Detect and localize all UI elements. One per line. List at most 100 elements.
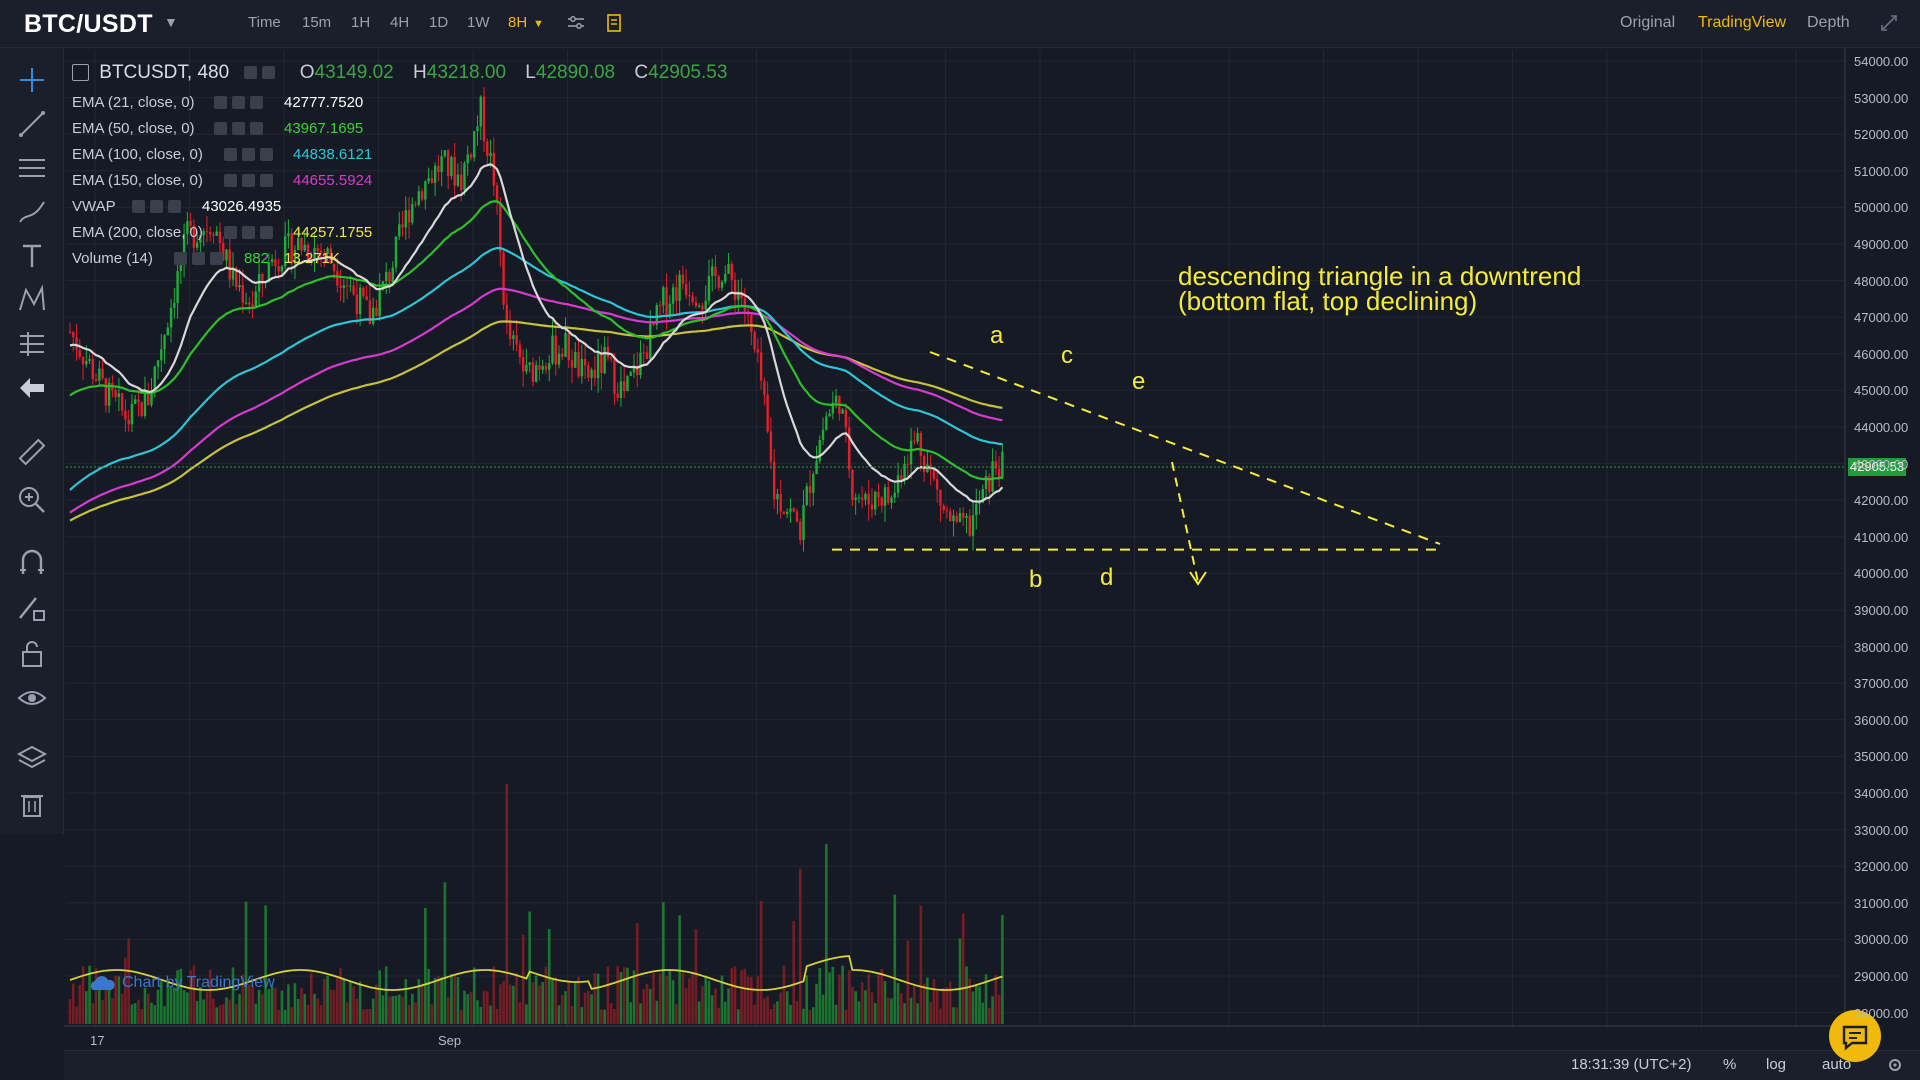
eye-icon[interactable] xyxy=(224,226,237,239)
volume-bar xyxy=(453,973,456,1024)
candle-body xyxy=(662,287,665,306)
candle-body xyxy=(385,272,388,282)
eye-icon[interactable] xyxy=(214,96,227,109)
volume-bar xyxy=(763,998,766,1024)
price-tick-label: 33000.00 xyxy=(1854,822,1909,838)
gear-icon[interactable] xyxy=(242,174,255,187)
volume-bar xyxy=(329,989,333,1024)
indicator-ema50[interactable]: EMA (50, close, 0) 43967.1695 xyxy=(72,120,363,137)
candle-body xyxy=(228,249,231,280)
eye-icon[interactable] xyxy=(214,122,227,135)
candle-body xyxy=(130,403,134,425)
close-icon[interactable] xyxy=(250,122,263,135)
volume-bar xyxy=(443,882,447,1024)
indicator-ema21[interactable]: EMA (21, close, 0) 42777.7520 xyxy=(72,94,363,111)
volume-bar xyxy=(642,989,646,1024)
volume-bar xyxy=(381,995,385,1024)
gear-icon[interactable] xyxy=(192,252,205,265)
time-tick-17: 17 xyxy=(90,1033,105,1048)
indicator-value: 44257.1755 xyxy=(293,224,373,241)
low-key: L xyxy=(525,62,536,83)
candle-body xyxy=(609,357,613,359)
volume-bar xyxy=(681,972,685,1024)
indicator-ema200[interactable]: EMA (200, close, 0) 44257.1755 xyxy=(72,224,372,241)
indicator-ema100[interactable]: EMA (100, close, 0) 44838.6121 xyxy=(72,146,372,163)
volume-bar xyxy=(675,1003,678,1024)
volume-bar xyxy=(280,990,284,1024)
log-toggle[interactable]: log xyxy=(1766,1056,1786,1073)
indicator-volume[interactable]: Volume (14) 882 13.271K xyxy=(72,250,340,267)
candle-body xyxy=(515,335,518,345)
gear-icon[interactable] xyxy=(232,122,245,135)
volume-bar xyxy=(368,1008,372,1024)
candle-body xyxy=(743,298,747,312)
eye-icon[interactable] xyxy=(244,66,258,80)
price-chart[interactable] xyxy=(0,0,1920,1080)
gear-icon[interactable] xyxy=(1886,1056,1904,1074)
candle-body xyxy=(401,224,404,228)
volume-bar xyxy=(746,976,750,1024)
gear-icon[interactable] xyxy=(232,96,245,109)
volume-bar xyxy=(922,983,926,1024)
eye-icon[interactable] xyxy=(224,148,237,161)
volume-bar xyxy=(394,995,398,1024)
volume-bar xyxy=(205,992,209,1024)
eye-icon[interactable] xyxy=(132,200,145,213)
candle-body xyxy=(701,305,704,310)
candle-body xyxy=(91,359,95,380)
close-icon[interactable] xyxy=(210,252,223,265)
volume-bar xyxy=(828,972,831,1024)
close-icon[interactable] xyxy=(250,96,263,109)
volume-bar xyxy=(225,997,228,1024)
price-tick-label: 47000.00 xyxy=(1854,310,1909,326)
eye-icon[interactable] xyxy=(224,174,237,187)
indicator-vwap[interactable]: VWAP 43026.4935 xyxy=(72,198,281,215)
close-icon[interactable] xyxy=(168,200,181,213)
price-tick-label: 42000.00 xyxy=(1854,493,1909,509)
close-icon[interactable] xyxy=(260,226,273,239)
gear-icon[interactable] xyxy=(262,66,276,80)
percent-toggle[interactable]: % xyxy=(1723,1056,1736,1073)
candle-body xyxy=(433,165,437,183)
candle-body xyxy=(446,150,450,177)
price-tick-label: 45000.00 xyxy=(1854,383,1909,399)
candle-body xyxy=(208,232,212,235)
volume-bar xyxy=(199,986,202,1024)
volume-bar xyxy=(919,905,923,1024)
gear-icon[interactable] xyxy=(242,226,255,239)
volume-bar xyxy=(244,901,248,1024)
volume-bar xyxy=(583,992,587,1024)
volume-bar xyxy=(932,978,936,1024)
volume-bar xyxy=(860,982,864,1024)
candle-body xyxy=(711,266,714,276)
volume-bar xyxy=(547,929,551,1024)
volume-bar xyxy=(574,982,577,1024)
volume-bar xyxy=(322,978,326,1024)
volume-bar xyxy=(254,1003,258,1024)
indicator-ema150[interactable]: EMA (150, close, 0) 44655.5924 xyxy=(72,172,372,189)
gear-icon[interactable] xyxy=(242,148,255,161)
collapse-legend-icon[interactable] xyxy=(72,64,89,82)
indicator-value: 42777.7520 xyxy=(284,94,364,111)
candle-body xyxy=(828,413,831,417)
open-key: O xyxy=(299,62,315,83)
close-icon[interactable] xyxy=(260,174,273,187)
volume-bar xyxy=(554,977,558,1024)
volume-bar xyxy=(779,992,782,1024)
tradingview-watermark[interactable]: Chart by TradingView xyxy=(88,974,275,992)
candle-body xyxy=(916,433,919,442)
volume-bar xyxy=(482,990,486,1024)
candle-body xyxy=(603,347,606,374)
volume-bar xyxy=(903,1003,906,1024)
candle-body xyxy=(114,390,117,398)
volume-bar xyxy=(437,976,440,1024)
volume-bar xyxy=(85,991,88,1024)
candle-body xyxy=(101,368,104,379)
candle-body xyxy=(668,303,672,315)
close-icon[interactable] xyxy=(260,148,273,161)
gear-icon[interactable] xyxy=(150,200,163,213)
wave-label-c: c xyxy=(1061,342,1073,369)
volume-bar xyxy=(854,991,857,1024)
candle-body xyxy=(538,365,541,370)
eye-icon[interactable] xyxy=(174,252,187,265)
